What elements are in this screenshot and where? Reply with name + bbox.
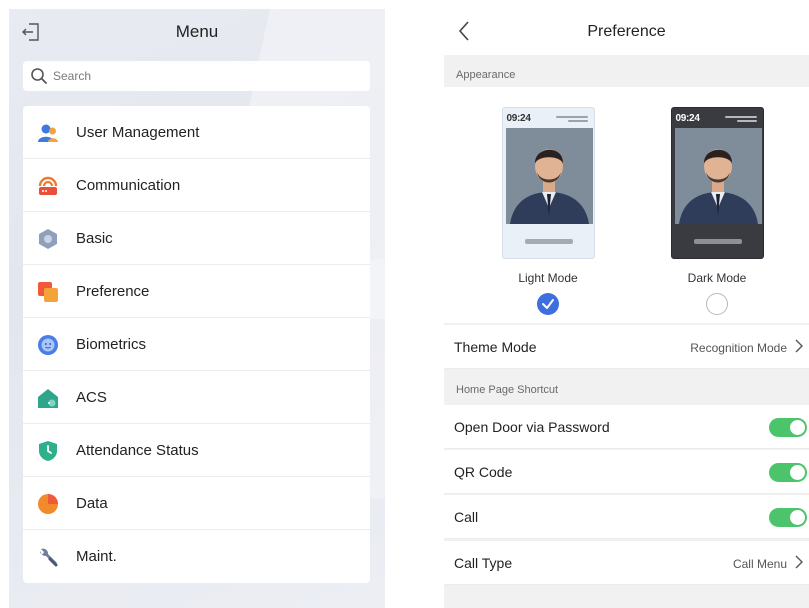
- toggle-knob: [790, 510, 805, 525]
- open-door-via-password-toggle[interactable]: [769, 418, 807, 437]
- face-photo: [505, 128, 593, 224]
- menu-list: User Management Communication Basic Pref…: [23, 106, 370, 583]
- dark-mode-preview[interactable]: 09:24: [670, 107, 764, 259]
- communication-icon: [38, 176, 58, 195]
- page-title: Menu: [175, 22, 219, 41]
- toggle-knob: [790, 420, 805, 435]
- menu-item-acs[interactable]: ACS: [23, 371, 370, 424]
- shortcut-label: QR Code: [454, 464, 513, 480]
- theme-mode-label: Theme Mode: [454, 339, 537, 355]
- preference-icon: [38, 282, 58, 302]
- menu-item-label: Data: [76, 494, 108, 512]
- preview-bar: [524, 239, 573, 244]
- shortcut-row-open-door-via-password: Open Door via Password: [444, 405, 809, 449]
- section-label-home-page-shortcut: Home Page Shortcut: [456, 384, 559, 396]
- chevron-right-icon: [795, 339, 803, 353]
- menu-item-biometrics[interactable]: Biometrics: [23, 318, 370, 371]
- theme-mode-value: Recognition Mode: [690, 341, 787, 355]
- preview-bar: [693, 239, 742, 244]
- menu-item-label: Communication: [76, 176, 181, 194]
- call-type-value: Call Menu: [732, 557, 787, 571]
- preview-line: [567, 120, 588, 122]
- toggle-knob: [790, 465, 805, 480]
- dark-mode-label: Dark Mode: [687, 271, 747, 285]
- menu-item-label: Preference: [76, 282, 150, 300]
- light-mode-option[interactable]: 09:24 Light Mode: [493, 107, 603, 315]
- menu-item-label: User Management: [76, 123, 200, 141]
- acs-icon: [38, 389, 58, 408]
- menu-panel: Menu User Management: [9, 9, 385, 608]
- call-toggle[interactable]: [769, 508, 807, 527]
- search-bar[interactable]: [23, 61, 370, 91]
- preview-line: [555, 116, 588, 118]
- light-mode-label: Light Mode: [518, 271, 578, 285]
- appearance-card: 09:24 Light Mode 09:24 Dark Mode: [444, 87, 809, 323]
- theme-mode-row[interactable]: Theme Mode Recognition Mode: [444, 325, 809, 369]
- call-type-label: Call Type: [454, 555, 513, 571]
- preview-line: [736, 120, 757, 122]
- checkmark-icon: [542, 299, 554, 309]
- menu-item-data[interactable]: Data: [23, 477, 370, 530]
- page-title: Preference: [587, 23, 666, 40]
- menu-item-user-management[interactable]: User Management: [23, 106, 370, 159]
- preference-header: Preference: [444, 9, 809, 55]
- section-label-appearance: Appearance: [456, 69, 516, 81]
- light-mode-radio[interactable]: [537, 293, 559, 315]
- biometrics-icon: [38, 335, 58, 355]
- light-mode-preview[interactable]: 09:24: [501, 107, 595, 259]
- shortcut-row-qr-code: QR Code: [444, 450, 809, 494]
- menu-header: Menu: [9, 9, 385, 55]
- preview-time: 09:24: [506, 113, 531, 124]
- preview-line: [724, 116, 757, 118]
- shortcut-row-call: Call: [444, 495, 809, 539]
- menu-item-label: Biometrics: [76, 335, 147, 353]
- basic-settings-icon: [39, 229, 57, 249]
- search-icon: [31, 68, 47, 84]
- chevron-right-icon: [795, 555, 803, 569]
- menu-item-preference[interactable]: Preference: [23, 265, 370, 318]
- search-input[interactable]: [53, 66, 353, 86]
- shortcut-label: Call: [454, 509, 479, 525]
- dark-mode-radio[interactable]: [706, 293, 728, 315]
- call-type-row[interactable]: Call Type Call Menu: [444, 541, 809, 585]
- menu-item-label: Basic: [76, 229, 113, 247]
- qr-code-toggle[interactable]: [769, 463, 807, 482]
- preview-time: 09:24: [675, 113, 700, 124]
- user-management-icon: [38, 124, 58, 142]
- menu-item-maintenance[interactable]: Maint.: [23, 530, 370, 583]
- shortcut-label: Open Door via Password: [454, 419, 610, 435]
- data-icon: [38, 494, 58, 514]
- menu-item-communication[interactable]: Communication: [23, 159, 370, 212]
- menu-item-label: ACS: [76, 388, 107, 406]
- menu-item-attendance-status[interactable]: Attendance Status: [23, 424, 370, 477]
- menu-item-label: Maint.: [76, 548, 117, 565]
- attendance-status-icon: [39, 441, 57, 461]
- dark-mode-option[interactable]: 09:24 Dark Mode: [662, 107, 772, 315]
- menu-item-label: Attendance Status: [76, 441, 199, 459]
- maintenance-icon: [40, 548, 58, 567]
- face-photo: [674, 128, 762, 224]
- menu-item-basic[interactable]: Basic: [23, 212, 370, 265]
- preference-panel: Preference Appearance 09:24 Light Mode 0…: [444, 9, 809, 608]
